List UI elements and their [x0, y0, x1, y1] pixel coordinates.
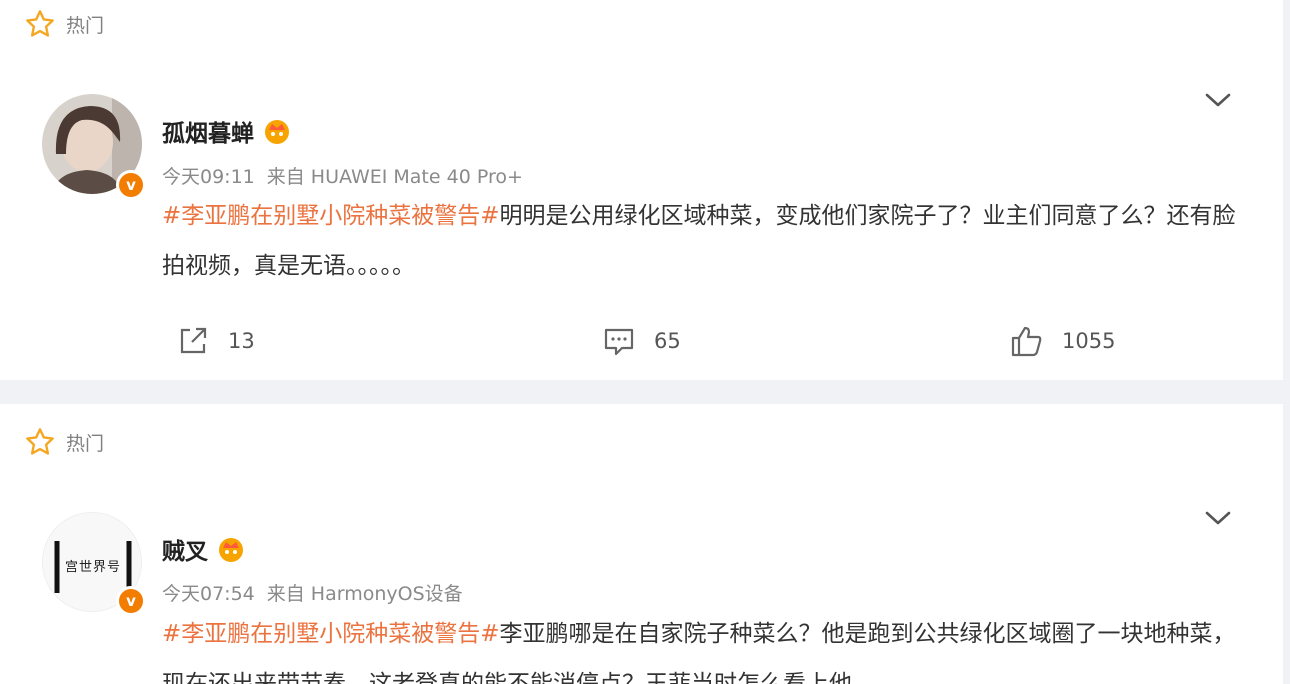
- verified-icon: v: [116, 586, 146, 616]
- post-source: 来自 HUAWEI Mate 40 Pro+: [266, 166, 523, 188]
- post-time: 今天07:54: [162, 583, 255, 605]
- like-button[interactable]: 1055: [1010, 324, 1115, 358]
- post-time: 今天09:11: [162, 166, 255, 188]
- crown-icon: [265, 120, 289, 144]
- hot-label: 热门: [24, 426, 104, 458]
- hashtag-link[interactable]: #李亚鹏在别墅小院种菜被警告#: [162, 621, 500, 647]
- comment-icon: [604, 328, 634, 356]
- username[interactable]: 孤烟暮蝉: [162, 114, 292, 148]
- post-card: 热门 v 孤烟暮蝉 今天09:11 来自 HUAWEI Mate 40 Pro+ …: [0, 0, 1283, 380]
- post-content: #李亚鹏在别墅小院种菜被警告#明明是公用绿化区域种菜，变成他们家院子了？业主们同…: [162, 191, 1242, 291]
- star-icon: [26, 428, 54, 455]
- post-meta: 今天07:54 来自 HarmonyOS设备: [162, 579, 463, 606]
- chevron-down-icon[interactable]: [1205, 92, 1231, 108]
- comment-count: 65: [654, 329, 681, 353]
- crown-icon: [219, 538, 243, 562]
- share-count: 13: [228, 329, 255, 353]
- username[interactable]: 贼叉: [162, 532, 246, 566]
- post-card: 热门 宫世界号 v 贼叉 今天07:54 来自 HarmonyOS设备 #李亚鹏在…: [0, 404, 1283, 684]
- share-button[interactable]: 13: [176, 324, 255, 358]
- comment-button[interactable]: 65: [602, 324, 681, 358]
- like-icon: [1011, 326, 1042, 357]
- like-count: 1055: [1062, 329, 1116, 353]
- hashtag-link[interactable]: #李亚鹏在别墅小院种菜被警告#: [162, 203, 500, 229]
- share-icon: [180, 327, 207, 354]
- hot-text: 热门: [66, 14, 105, 37]
- post-content: #李亚鹏在别墅小院种菜被警告#李亚鹏哪是在自家院子种菜么？他是跑到公共绿化区域圈…: [162, 609, 1242, 684]
- username-text[interactable]: 孤烟暮蝉: [162, 114, 254, 148]
- post-meta: 今天09:11 来自 HUAWEI Mate 40 Pro+: [162, 162, 523, 189]
- chevron-down-icon[interactable]: [1205, 510, 1231, 526]
- verified-icon: v: [116, 170, 146, 200]
- avatar-text: 宫世界号: [65, 560, 121, 575]
- hot-label: 热门: [24, 8, 104, 40]
- username-text[interactable]: 贼叉: [162, 532, 208, 566]
- star-icon: [26, 10, 54, 37]
- post-source: 来自 HarmonyOS设备: [266, 583, 463, 605]
- hot-text: 热门: [66, 432, 105, 455]
